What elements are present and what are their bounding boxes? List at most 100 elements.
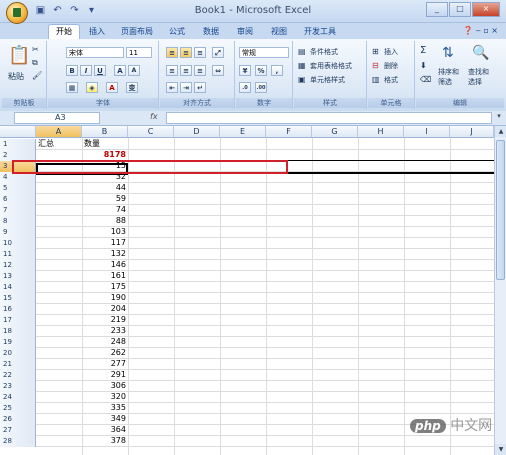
row-header[interactable]: 22 [0,370,36,381]
table-format-icon[interactable]: ▦ [298,61,306,70]
cell-b[interactable]: 262 [82,348,128,359]
col-header-b[interactable]: B [82,126,128,138]
increase-decimal-button[interactable]: .0 [239,82,251,93]
tab-view[interactable]: 视图 [266,25,292,39]
row-header[interactable]: 21 [0,359,36,370]
row-header[interactable]: 20 [0,348,36,359]
currency-button[interactable]: ¥ [239,65,251,76]
cell-a[interactable] [36,403,82,414]
cell-b[interactable]: 44 [82,183,128,194]
decrease-decimal-button[interactable]: .00 [255,82,267,93]
cell-styles-button[interactable]: 单元格样式 [310,75,345,85]
scroll-down-icon[interactable]: ▼ [495,444,506,455]
col-header-i[interactable]: I [404,126,450,138]
row-header[interactable]: 24 [0,392,36,403]
insert-cells-icon[interactable]: ⊞ [372,47,379,56]
number-format-select[interactable]: 常规 [239,47,289,58]
col-header-e[interactable]: E [220,126,266,138]
clear-icon[interactable]: ⌫ [420,75,431,84]
cell-b[interactable]: 59 [82,194,128,205]
cell-a[interactable] [36,271,82,282]
tab-review[interactable]: 审阅 [232,25,258,39]
cell-a[interactable] [36,260,82,271]
paste-icon[interactable]: 📋 [8,45,30,66]
row-header[interactable]: 26 [0,414,36,425]
cell-b[interactable]: 291 [82,370,128,381]
cell-b[interactable]: 204 [82,304,128,315]
cell-a[interactable] [36,216,82,227]
col-header-j[interactable]: J [450,126,494,138]
cell-a[interactable] [36,183,82,194]
row-header[interactable]: 11 [0,249,36,260]
col-header-g[interactable]: G [312,126,358,138]
office-button[interactable] [6,2,28,24]
cell-b[interactable]: 146 [82,260,128,271]
cell-a[interactable]: 汇总 [36,139,82,150]
cell-b[interactable]: 175 [82,282,128,293]
cell-b[interactable]: 378 [82,436,128,447]
row-header[interactable]: 9 [0,227,36,238]
conditional-format-button[interactable]: 条件格式 [310,47,338,57]
table-format-button[interactable]: 套用表格格式 [310,61,352,71]
insert-cells-button[interactable]: 插入 [384,47,398,57]
format-cells-icon[interactable]: ▥ [372,75,380,84]
cell-b[interactable]: 219 [82,315,128,326]
cell-b[interactable]: 132 [82,249,128,260]
row-header[interactable]: 13 [0,271,36,282]
find-select-label-2[interactable]: 选择 [468,77,482,87]
formula-input[interactable] [166,112,492,124]
row-header[interactable]: 7 [0,205,36,216]
row-header[interactable]: 28 [0,436,36,447]
cell-b[interactable]: 117 [82,238,128,249]
format-painter-icon[interactable]: 🖌 [32,71,42,80]
tab-page-layout[interactable]: 页面布局 [116,25,158,39]
cell-b[interactable]: 364 [82,425,128,436]
cell-b[interactable]: 161 [82,271,128,282]
autosum-button[interactable]: Σ [420,45,426,56]
cell-a[interactable] [36,348,82,359]
cell-a[interactable] [36,370,82,381]
merge-center-button[interactable]: ⇔ [212,65,224,76]
row-header[interactable]: 10 [0,238,36,249]
conditional-format-icon[interactable]: ▤ [298,47,306,56]
row-header[interactable]: 27 [0,425,36,436]
col-header-h[interactable]: H [358,126,404,138]
phonetic-button[interactable]: 变 [126,82,138,93]
align-left-button[interactable]: ≡ [166,65,178,76]
help-icon[interactable]: ❓ ‒ ▫ × [463,26,498,35]
cell-b[interactable]: 88 [82,216,128,227]
shrink-font-button[interactable]: A [128,65,140,76]
cell-a[interactable] [36,194,82,205]
bold-button[interactable]: B [66,65,78,76]
align-right-button[interactable]: ≡ [194,65,206,76]
cell-a[interactable] [36,414,82,425]
cell-b[interactable]: 74 [82,205,128,216]
row-header[interactable]: 14 [0,282,36,293]
comma-button[interactable]: , [271,65,283,76]
row-header[interactable]: 25 [0,403,36,414]
tab-developer[interactable]: 开发工具 [300,25,340,39]
cell-b[interactable]: 248 [82,337,128,348]
sort-filter-label-2[interactable]: 筛选 [438,77,452,87]
cell-b[interactable]: 306 [82,381,128,392]
col-header-f[interactable]: F [266,126,312,138]
row-header[interactable]: 16 [0,304,36,315]
italic-button[interactable]: I [80,65,92,76]
find-select-label[interactable]: 查找和 [468,67,489,77]
cell-a[interactable] [36,381,82,392]
wrap-text-button[interactable]: ↵ [194,82,206,93]
cell-a[interactable] [36,359,82,370]
cell-a[interactable] [36,249,82,260]
align-middle-button[interactable]: ≡ [180,47,192,58]
row-header[interactable]: 17 [0,315,36,326]
cell-b[interactable]: 233 [82,326,128,337]
font-name-select[interactable]: 宋体 [66,47,124,58]
font-size-select[interactable]: 11 [126,47,152,58]
cut-icon[interactable]: ✂ [32,45,39,54]
tab-formulas[interactable]: 公式 [164,25,190,39]
cell-a[interactable] [36,436,82,447]
cell-b[interactable]: 190 [82,293,128,304]
row-header[interactable]: 23 [0,381,36,392]
align-center-button[interactable]: ≡ [180,65,192,76]
align-top-button[interactable]: ≡ [166,47,178,58]
